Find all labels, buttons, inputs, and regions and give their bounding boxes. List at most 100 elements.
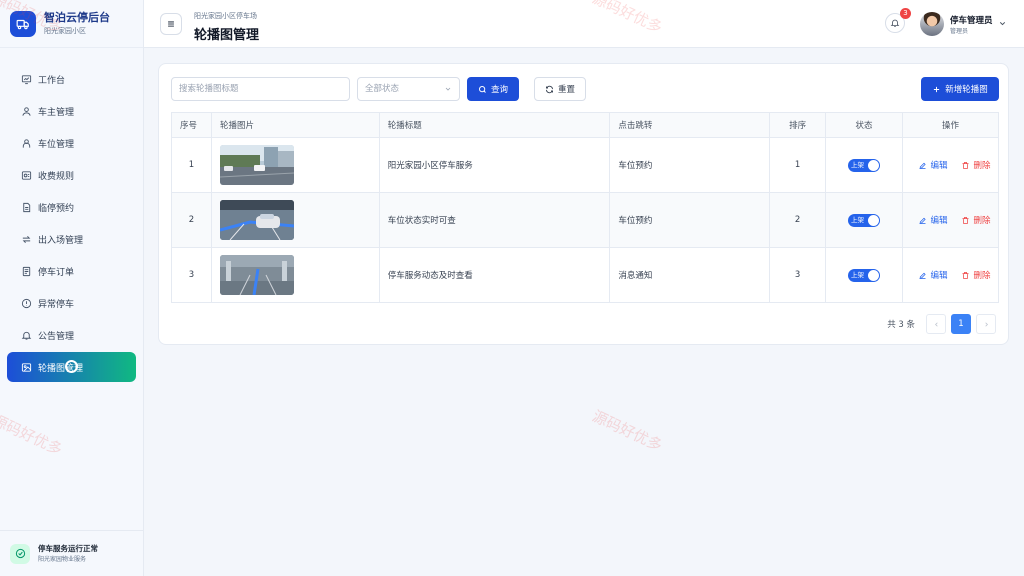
reset-label: 重置 — [557, 85, 575, 95]
order-icon — [21, 266, 32, 277]
status-toggle[interactable]: 上架 — [848, 268, 880, 282]
edit-icon — [918, 271, 927, 280]
status-subtitle: 阳光家园物业服务 — [38, 555, 87, 563]
carousel-list-card: 全部状态 查询 重置 新增轮播图 序号 轮播图片 轮播标题 点击跳转 排序 状态… — [158, 63, 1009, 345]
sidebar-item-entry-exit[interactable]: 出入场管理 — [7, 224, 136, 254]
dashboard-icon — [21, 74, 32, 85]
breadcrumb[interactable]: 阳光家园小区停车场 — [194, 11, 257, 21]
prev-page-button[interactable] — [926, 314, 946, 334]
cell-image — [210, 192, 380, 248]
status-toggle-label: 上架 — [851, 215, 864, 224]
sidebar-item-dashboard[interactable]: 工作台 — [7, 64, 136, 94]
cell-link: 消息通知 — [609, 247, 771, 303]
cell-actions: 编辑 删除 — [901, 137, 1000, 193]
brand: 智泊云停后台 阳光家园小区 — [0, 0, 143, 48]
cursor-indicator — [65, 360, 78, 373]
add-carousel-button[interactable]: 新增轮播图 — [921, 77, 999, 101]
check-shield-icon — [10, 543, 30, 564]
edit-button[interactable]: 编辑 — [918, 159, 947, 171]
next-page-button[interactable] — [976, 314, 996, 334]
col-header-image: 轮播图片 — [210, 112, 380, 138]
reset-button[interactable]: 重置 — [534, 77, 586, 101]
status-toggle[interactable]: 上架 — [848, 213, 880, 227]
chevron-left-icon — [934, 321, 938, 327]
search-input[interactable] — [171, 77, 350, 101]
chevron-down-icon[interactable] — [998, 19, 1007, 28]
trash-icon — [961, 161, 970, 170]
parking-space-photo[interactable] — [219, 200, 294, 240]
cell-sort: 1 — [769, 137, 827, 193]
sidebar-nav: 工作台 车主管理 车位管理 收费规则 临停预约 出入场管理 停车订单 异常停车 — [0, 48, 143, 382]
brand-title: 智泊云停后台 — [44, 10, 110, 24]
trash-icon — [961, 216, 970, 225]
parking-lot-photo[interactable] — [219, 145, 294, 185]
cell-image — [210, 137, 380, 193]
user-name[interactable]: 停车管理员 — [950, 14, 993, 26]
cell-link: 车位预约 — [609, 137, 771, 193]
sidebar-item-announcements[interactable]: 公告管理 — [7, 320, 136, 350]
chevron-right-icon — [984, 321, 988, 327]
sidebar-item-fee-rules[interactable]: 收费规则 — [7, 160, 136, 190]
sidebar-item-orders[interactable]: 停车订单 — [7, 256, 136, 286]
edit-button[interactable]: 编辑 — [918, 269, 947, 281]
cell-image — [210, 247, 380, 303]
col-header-title: 轮播标题 — [378, 112, 611, 138]
delete-button[interactable]: 删除 — [961, 159, 991, 171]
col-header-status: 状态 — [825, 112, 903, 138]
delete-label: 删除 — [973, 161, 991, 171]
alert-icon — [21, 298, 32, 309]
sidebar-item-carousel[interactable]: 轮播图管理 — [7, 352, 136, 382]
edit-label: 编辑 — [930, 216, 948, 226]
toggle-knob — [868, 214, 879, 226]
status-toggle-label: 上架 — [851, 270, 864, 279]
edit-button[interactable]: 编辑 — [918, 214, 947, 226]
col-header-index: 序号 — [171, 112, 212, 138]
add-label: 新增轮播图 — [945, 85, 988, 95]
delete-button[interactable]: 删除 — [961, 269, 991, 281]
sidebar-item-label: 工作台 — [38, 75, 66, 86]
col-header-actions: 操作 — [901, 112, 1000, 138]
watermark: 源码好优多 — [589, 406, 666, 455]
cell-actions: 编辑 删除 — [901, 192, 1000, 248]
sidebar-item-abnormal[interactable]: 异常停车 — [7, 288, 136, 318]
sidebar-item-reservations[interactable]: 临停预约 — [7, 192, 136, 222]
sidebar-item-label: 公告管理 — [38, 331, 75, 342]
reservation-icon — [21, 202, 32, 213]
toggle-knob — [868, 159, 879, 171]
avatar[interactable] — [920, 12, 944, 36]
underground-garage-photo[interactable] — [219, 255, 294, 295]
sidebar-item-owners[interactable]: 车主管理 — [7, 96, 136, 126]
sidebar-item-spaces[interactable]: 车位管理 — [7, 128, 136, 158]
edit-icon — [918, 161, 927, 170]
status-select[interactable]: 全部状态 — [357, 77, 460, 101]
pagination: 共 3 条 1 — [887, 314, 996, 334]
trash-icon — [961, 271, 970, 280]
status-toggle[interactable]: 上架 — [848, 158, 880, 172]
col-header-sort: 排序 — [769, 112, 827, 138]
edit-label: 编辑 — [930, 161, 948, 171]
notification-badge: 3 — [900, 8, 911, 19]
search-icon — [479, 85, 486, 93]
sidebar-item-label: 出入场管理 — [38, 235, 84, 246]
bell-icon — [21, 330, 32, 341]
edit-label: 编辑 — [930, 271, 948, 281]
status-title: 停车服务运行正常 — [38, 543, 98, 553]
parking-space-icon — [21, 138, 32, 149]
cell-sort: 2 — [769, 192, 827, 248]
cell-title: 停车服务动态及时查看 — [378, 247, 611, 303]
query-button[interactable]: 查询 — [467, 77, 519, 101]
cell-sort: 3 — [769, 247, 827, 303]
carousel-table: 序号 轮播图片 轮播标题 点击跳转 排序 状态 操作 1 阳光家园小区停车服务 … — [171, 112, 1000, 303]
cell-actions: 编辑 删除 — [901, 247, 1000, 303]
bell-icon — [890, 19, 900, 27]
plus-icon — [934, 86, 940, 92]
delete-button[interactable]: 删除 — [961, 214, 991, 226]
image-icon — [21, 362, 32, 373]
col-header-link: 点击跳转 — [609, 112, 771, 138]
toggle-knob — [868, 269, 879, 281]
menu-toggle-button[interactable] — [160, 13, 182, 35]
user-icon — [21, 106, 32, 117]
table-row: 1 阳光家园小区停车服务 车位预约 1 上架 编辑 删除 — [171, 137, 1000, 193]
page-button[interactable]: 1 — [951, 314, 971, 334]
fee-rule-icon — [21, 170, 32, 181]
